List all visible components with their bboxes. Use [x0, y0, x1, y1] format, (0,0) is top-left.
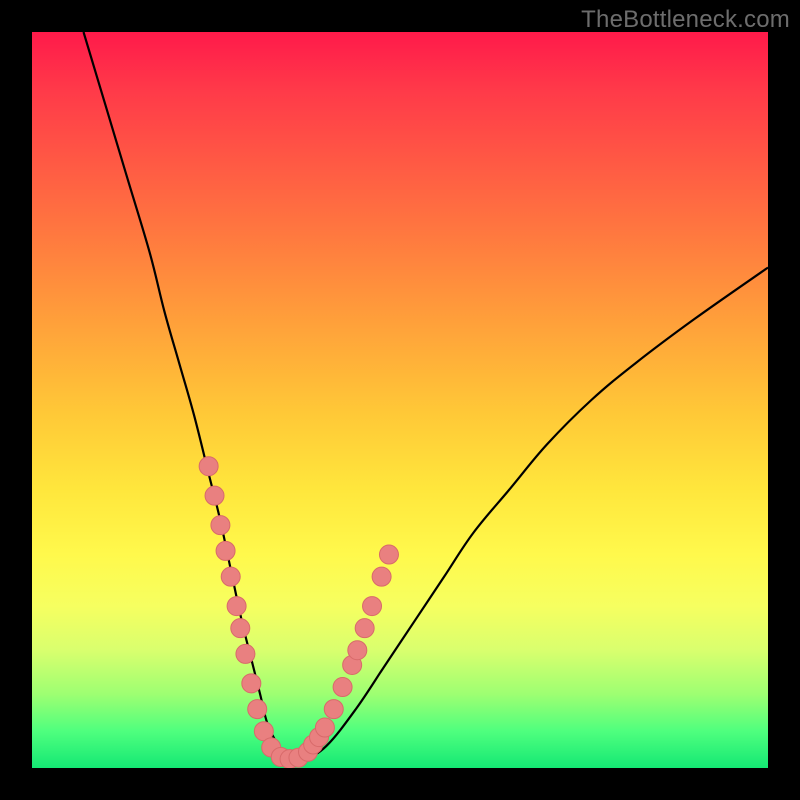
outer-frame: TheBottleneck.com: [0, 0, 800, 800]
marker-dot: [236, 644, 255, 663]
marker-dot: [348, 641, 367, 660]
marker-dot: [227, 597, 246, 616]
bottleneck-curve-path: [84, 32, 768, 761]
marker-dot: [242, 674, 261, 693]
marker-dot: [324, 700, 343, 719]
marker-dot: [199, 457, 218, 476]
marker-dot: [211, 516, 230, 535]
marker-dot: [372, 567, 391, 586]
marker-dot: [205, 486, 224, 505]
watermark-text: TheBottleneck.com: [581, 6, 790, 34]
bottleneck-curve-svg: [32, 32, 768, 768]
marker-dot: [216, 541, 235, 560]
marker-dot: [315, 718, 334, 737]
marker-dot: [363, 597, 382, 616]
plot-area: [32, 32, 768, 768]
marker-dot: [355, 619, 374, 638]
marker-dot: [221, 567, 240, 586]
marker-dot: [231, 619, 250, 638]
marker-dot: [333, 678, 352, 697]
marker-dots-group: [199, 457, 398, 768]
marker-dot: [248, 700, 267, 719]
marker-dot: [379, 545, 398, 564]
